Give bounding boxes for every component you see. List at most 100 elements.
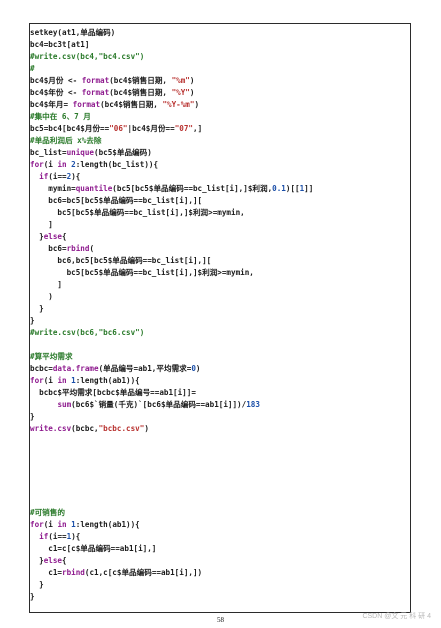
code-token: ) [30,292,53,301]
code-line: #单品利润后 x%去除 [30,135,410,147]
code-token: bc5[bc5$单品编码==bc_list[i],]$利润>=mymin, [30,268,254,277]
code-token: bc4=bc3t[at1] [30,40,90,49]
code-token: if [39,172,49,181]
code-token: #单品利润后 x%去除 [30,136,102,145]
code-lines: setkey(at1,单品编码) bc4=bc3t[at1] #write.csv(… [30,27,410,603]
code-token: ) [189,88,195,97]
code-line: bc5[bc5$单品编码==bc_list[i],]$利润>=mymin, [30,267,410,279]
code-token: :length(ab1)){ [75,376,140,385]
code-token: in [57,520,67,529]
code-token: in [57,160,67,169]
code-line: }else{ [30,231,410,243]
code-line: bc4=bc3t[at1] [30,39,410,51]
code-token: (bcbc, [71,424,99,433]
code-token: 0.1 [272,184,286,193]
code-token: } [30,304,44,313]
code-token: c1=c[c$单品编码==ab1[i],] [30,544,157,553]
code-line: } [30,315,410,327]
code-token: bc6= [30,244,67,253]
code-line: bc_list=unique(bc5$单品编码) [30,147,410,159]
code-line: bcbc$平均需求[bcbc$单品编号==ab1[i]]= [30,387,410,399]
code-token: quantile [75,184,113,193]
code-token: else [43,556,63,565]
code-line: bcbc=data.frame(单品编号=ab1,平均需求=0) [30,363,410,375]
code-token: } [30,580,44,589]
watermark-text: CSDN @文 元 科 研 4 [362,613,431,620]
code-token: write.csv [30,424,72,433]
code-token: ( [89,244,95,253]
code-token: (bc5[bc5$单品编码==bc_list[i],]$利润, [112,184,273,193]
code-token: "07" [174,124,193,133]
code-token: rbind [62,568,85,577]
code-line: write.csv(bcbc,"bcbc.csv") [30,423,410,435]
code-token: #算平均需求 [30,352,73,361]
code-token: ] [30,220,53,229]
code-line: #可销售的 [30,507,410,519]
code-line: bc4$年月= format(bc4$销售日期, "%Y-%m") [30,99,410,111]
code-line: bc6,bc5[bc5$单品编码==bc_list[i],][ [30,255,410,267]
code-token: |bc4$月份== [127,124,175,133]
code-token: c1= [30,568,63,577]
code-token: mymin= [30,184,76,193]
code-token: "06" [109,124,128,133]
code-token: format [72,100,101,109]
code-token: bcbc$平均需求[bcbc$单品编号==ab1[i]]= [30,388,196,397]
code-line: bc6=rbind( [30,243,410,255]
code-token: } [30,316,35,325]
code-line: ] [30,279,410,291]
code-token: # [30,64,35,73]
code-line: }else{ [30,555,410,567]
code-token: bc4$年月= [30,100,73,109]
code-token: setkey(at1,单品编码) [30,28,116,37]
code-token: ) [194,100,200,109]
code-token: (单品编号=ab1,平均需求= [98,364,192,373]
code-token: else [43,232,63,241]
code-line: } [30,411,410,423]
code-token: for [30,520,44,529]
code-line: for(i in 1:length(ab1)){ [30,375,410,387]
code-token: (bc6$`销量(千克)`[bc6$单品编码==ab1[i]])/ [71,400,247,409]
code-line: ] [30,219,410,231]
code-line: } [30,303,410,315]
code-line: for(i in 1:length(ab1)){ [30,519,410,531]
code-token: (c1,c[c$单品编码==ab1[i],]) [84,568,203,577]
code-token: bc_list= [30,148,67,157]
code-token: #可销售的 [30,508,65,517]
code-line: ) [30,291,410,303]
code-token: (bc4$销售日期, [100,100,163,109]
code-line: mymin=quantile(bc5[bc5$单品编码==bc_list[i],… [30,183,410,195]
code-token: ] [30,280,63,289]
code-token: } [30,556,44,565]
code-token: "bcbc.csv" [98,424,145,433]
code-token: } [30,232,44,241]
code-token: ) [189,76,195,85]
code-token: #write.csv(bc6,"bc6.csv") [30,328,145,337]
code-block: setkey(at1,单品编码) bc4=bc3t[at1] #write.csv(… [29,23,411,613]
code-line: setkey(at1,单品编码) [30,27,410,39]
code-token: sum [57,400,72,409]
code-token: "%m" [171,76,190,85]
code-token: "%Y" [171,88,190,97]
code-line: bc4$年份 <- format(bc4$销售日期, "%Y") [30,87,410,99]
code-token: { [62,232,67,241]
code-token: } [30,592,35,601]
code-token: rbind [66,244,90,253]
code-token: bc5=bc4[bc4$月份== [30,124,110,133]
code-line: for(i in 2:length(bc_list)){ [30,159,410,171]
code-token: ){ [71,532,81,541]
code-line: #集中在 6、7 月 [30,111,410,123]
code-token: bc5[bc5$单品编码==bc_list[i],]$利润>=mymin, [30,208,245,217]
code-line: } [30,579,410,591]
code-line: sum(bc6$`销量(千克)`[bc6$单品编码==ab1[i]])/183 [30,399,410,411]
code-token: { [62,556,67,565]
code-token: "%Y-%m" [162,100,195,109]
code-line: # [30,63,410,75]
code-token: ) [195,364,201,373]
code-token: bc6=bc5[bc5$单品编码==bc_list[i],][ [30,196,203,205]
